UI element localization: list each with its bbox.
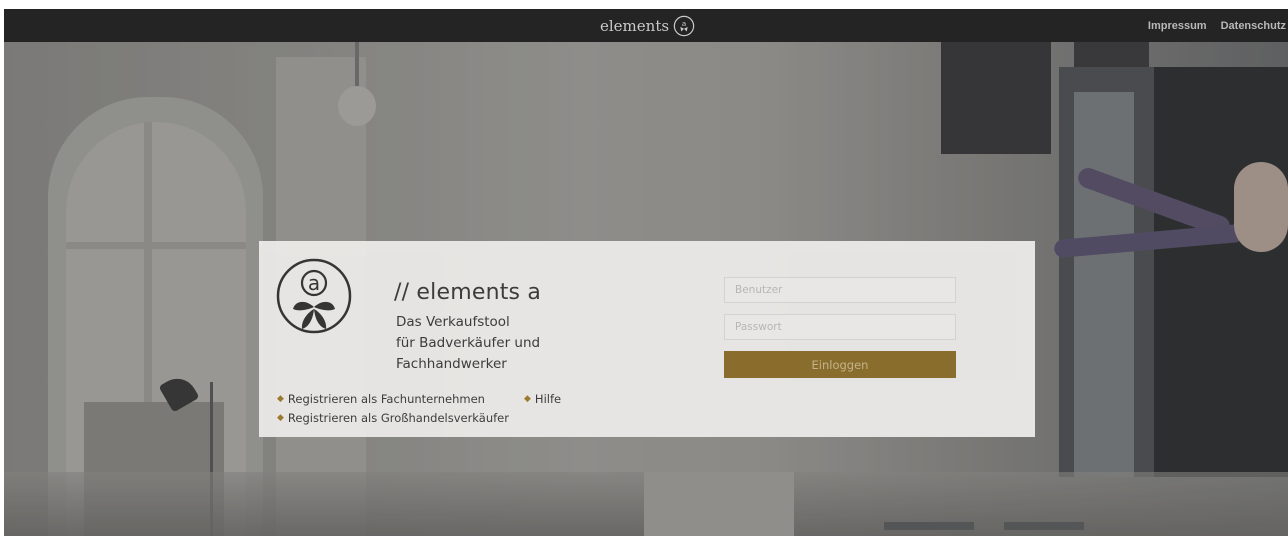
register-company-label: Registrieren als Fachunternehmen (287, 392, 485, 406)
register-company-link[interactable]: ◆ Registrieren als Fachunternehmen (277, 392, 485, 406)
username-input[interactable] (724, 277, 956, 303)
top-navigation-bar: elements a Impressum Datenschutz (4, 9, 1288, 42)
bullet-icon: ◆ (524, 394, 531, 404)
product-title: // elements a (394, 280, 542, 305)
top-links: Impressum Datenschutz (1148, 9, 1288, 42)
product-tagline: Das Verkaufstool für Badverkäufer und Fa… (396, 312, 596, 375)
password-input[interactable] (724, 314, 956, 340)
register-wholesale-label: Registrieren als Großhandelsverkäufer (287, 411, 509, 425)
svg-text:a: a (682, 19, 687, 28)
help-link[interactable]: ◆ Hilfe (524, 392, 561, 406)
register-wholesale-link[interactable]: ◆ Registrieren als Großhandelsverkäufer (277, 411, 509, 425)
tagline-line: Das Verkaufstool (396, 314, 510, 330)
bullet-icon: ◆ (277, 394, 284, 404)
datenschutz-link[interactable]: Datenschutz (1221, 20, 1286, 32)
help-label: Hilfe (534, 392, 562, 406)
tagline-line: Fachhandwerker (396, 356, 507, 372)
brand-name: elements (600, 17, 670, 35)
login-button[interactable]: Einloggen (724, 351, 956, 378)
brand-logo[interactable]: elements a (600, 12, 695, 40)
elements-emblem-icon: a (673, 15, 695, 37)
tagline-line: für Badverkäufer und (396, 335, 541, 351)
svg-text:a: a (308, 271, 320, 295)
impressum-link[interactable]: Impressum (1148, 20, 1207, 32)
bullet-icon: ◆ (277, 413, 284, 423)
app-frame: elements a Impressum Datenschutz a // el… (4, 9, 1288, 536)
elements-a-emblem-icon: a (276, 258, 352, 334)
login-panel: a // elements a Das Verkaufstool für Bad… (259, 241, 1035, 437)
